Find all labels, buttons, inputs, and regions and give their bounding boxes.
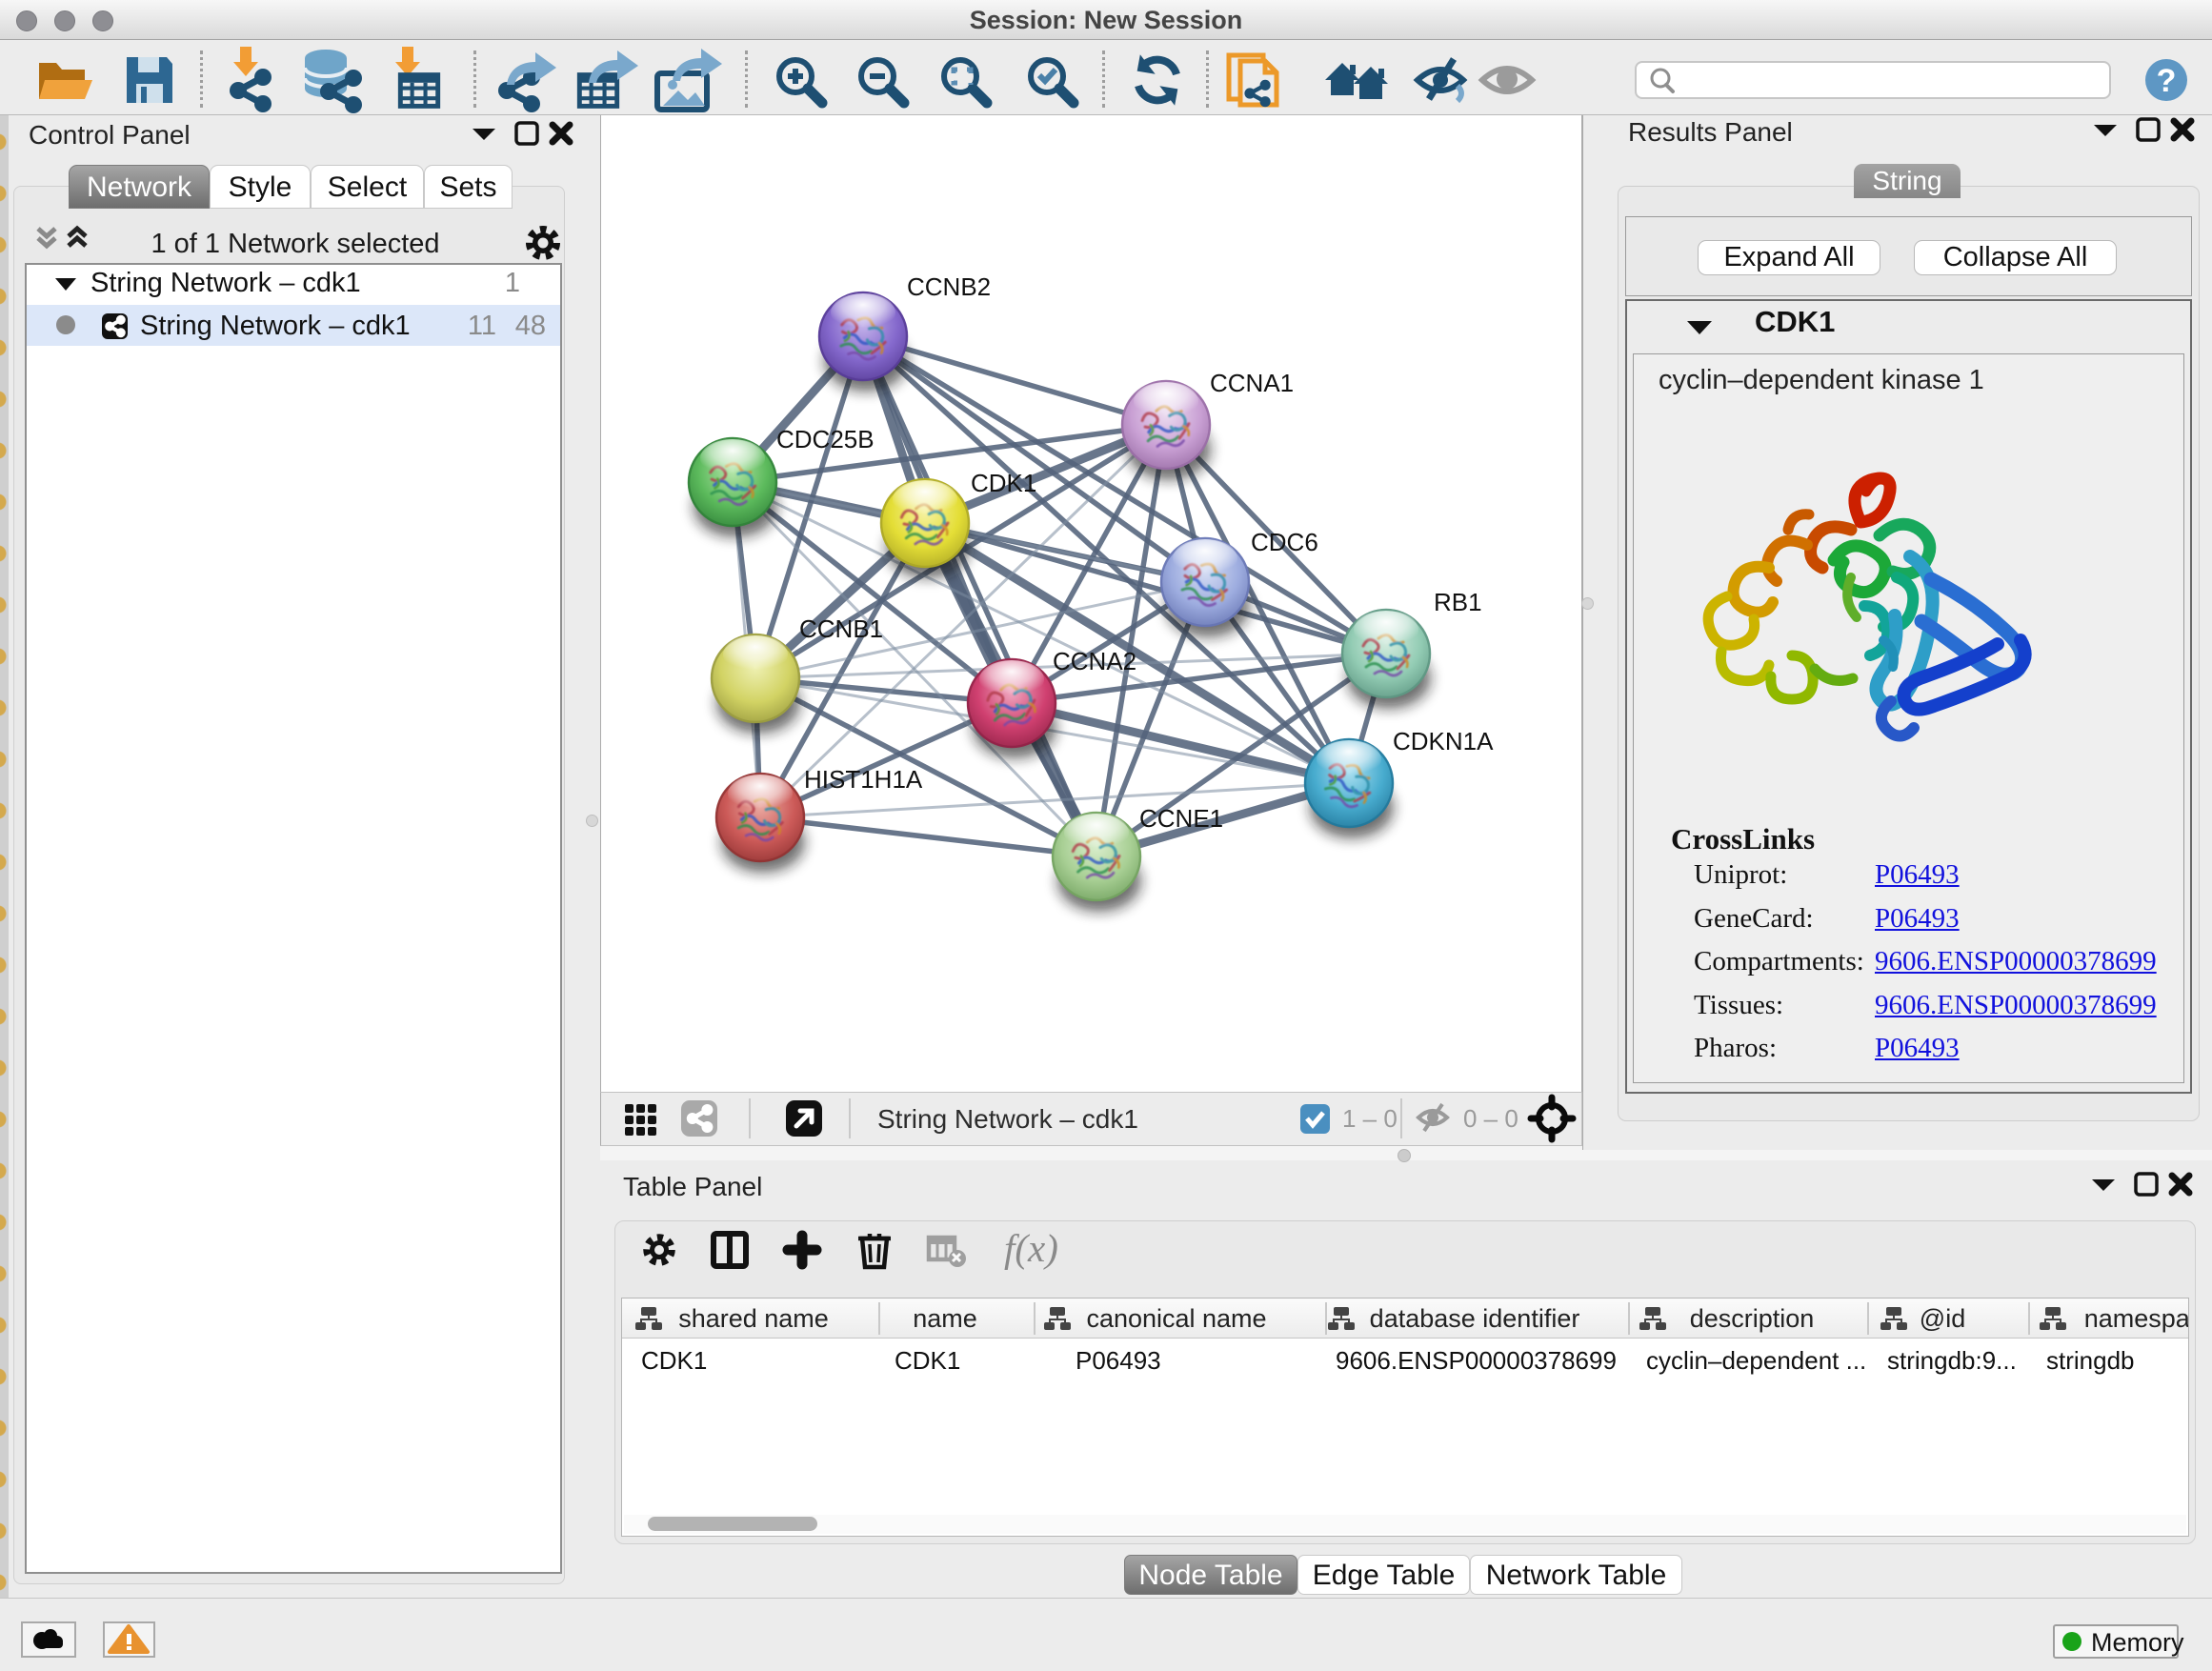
svg-text:?: ? [2157,63,2177,99]
svg-text:0 – 0: 0 – 0 [1463,1104,1518,1133]
svg-text:@id: @id [1920,1304,1965,1333]
svg-text:CDC25B: CDC25B [776,425,875,453]
svg-text:RB1: RB1 [1434,588,1482,616]
svg-text:name: name [913,1304,977,1333]
svg-text:namespac: namespac [2084,1304,2188,1333]
svg-text:CDKN1A: CDKN1A [1393,727,1494,755]
svg-text:String Network – cdk1: String Network – cdk1 [877,1104,1138,1134]
svg-text:1 – 0: 1 – 0 [1342,1104,1398,1133]
svg-text:CCNA2: CCNA2 [1053,647,1136,675]
svg-text:CDK1: CDK1 [971,469,1036,497]
svg-text:description: description [1690,1304,1815,1333]
svg-text:database identifier: database identifier [1370,1304,1580,1333]
svg-text:CCNA1: CCNA1 [1210,369,1294,397]
svg-text:shared name: shared name [678,1304,829,1333]
svg-text:CCNE1: CCNE1 [1139,804,1223,833]
svg-text:CDC6: CDC6 [1251,528,1318,556]
svg-text:CCNB1: CCNB1 [799,614,883,643]
svg-text:HIST1H1A: HIST1H1A [804,765,923,794]
svg-text:canonical name: canonical name [1086,1304,1266,1333]
svg-text:CCNB2: CCNB2 [907,272,991,301]
